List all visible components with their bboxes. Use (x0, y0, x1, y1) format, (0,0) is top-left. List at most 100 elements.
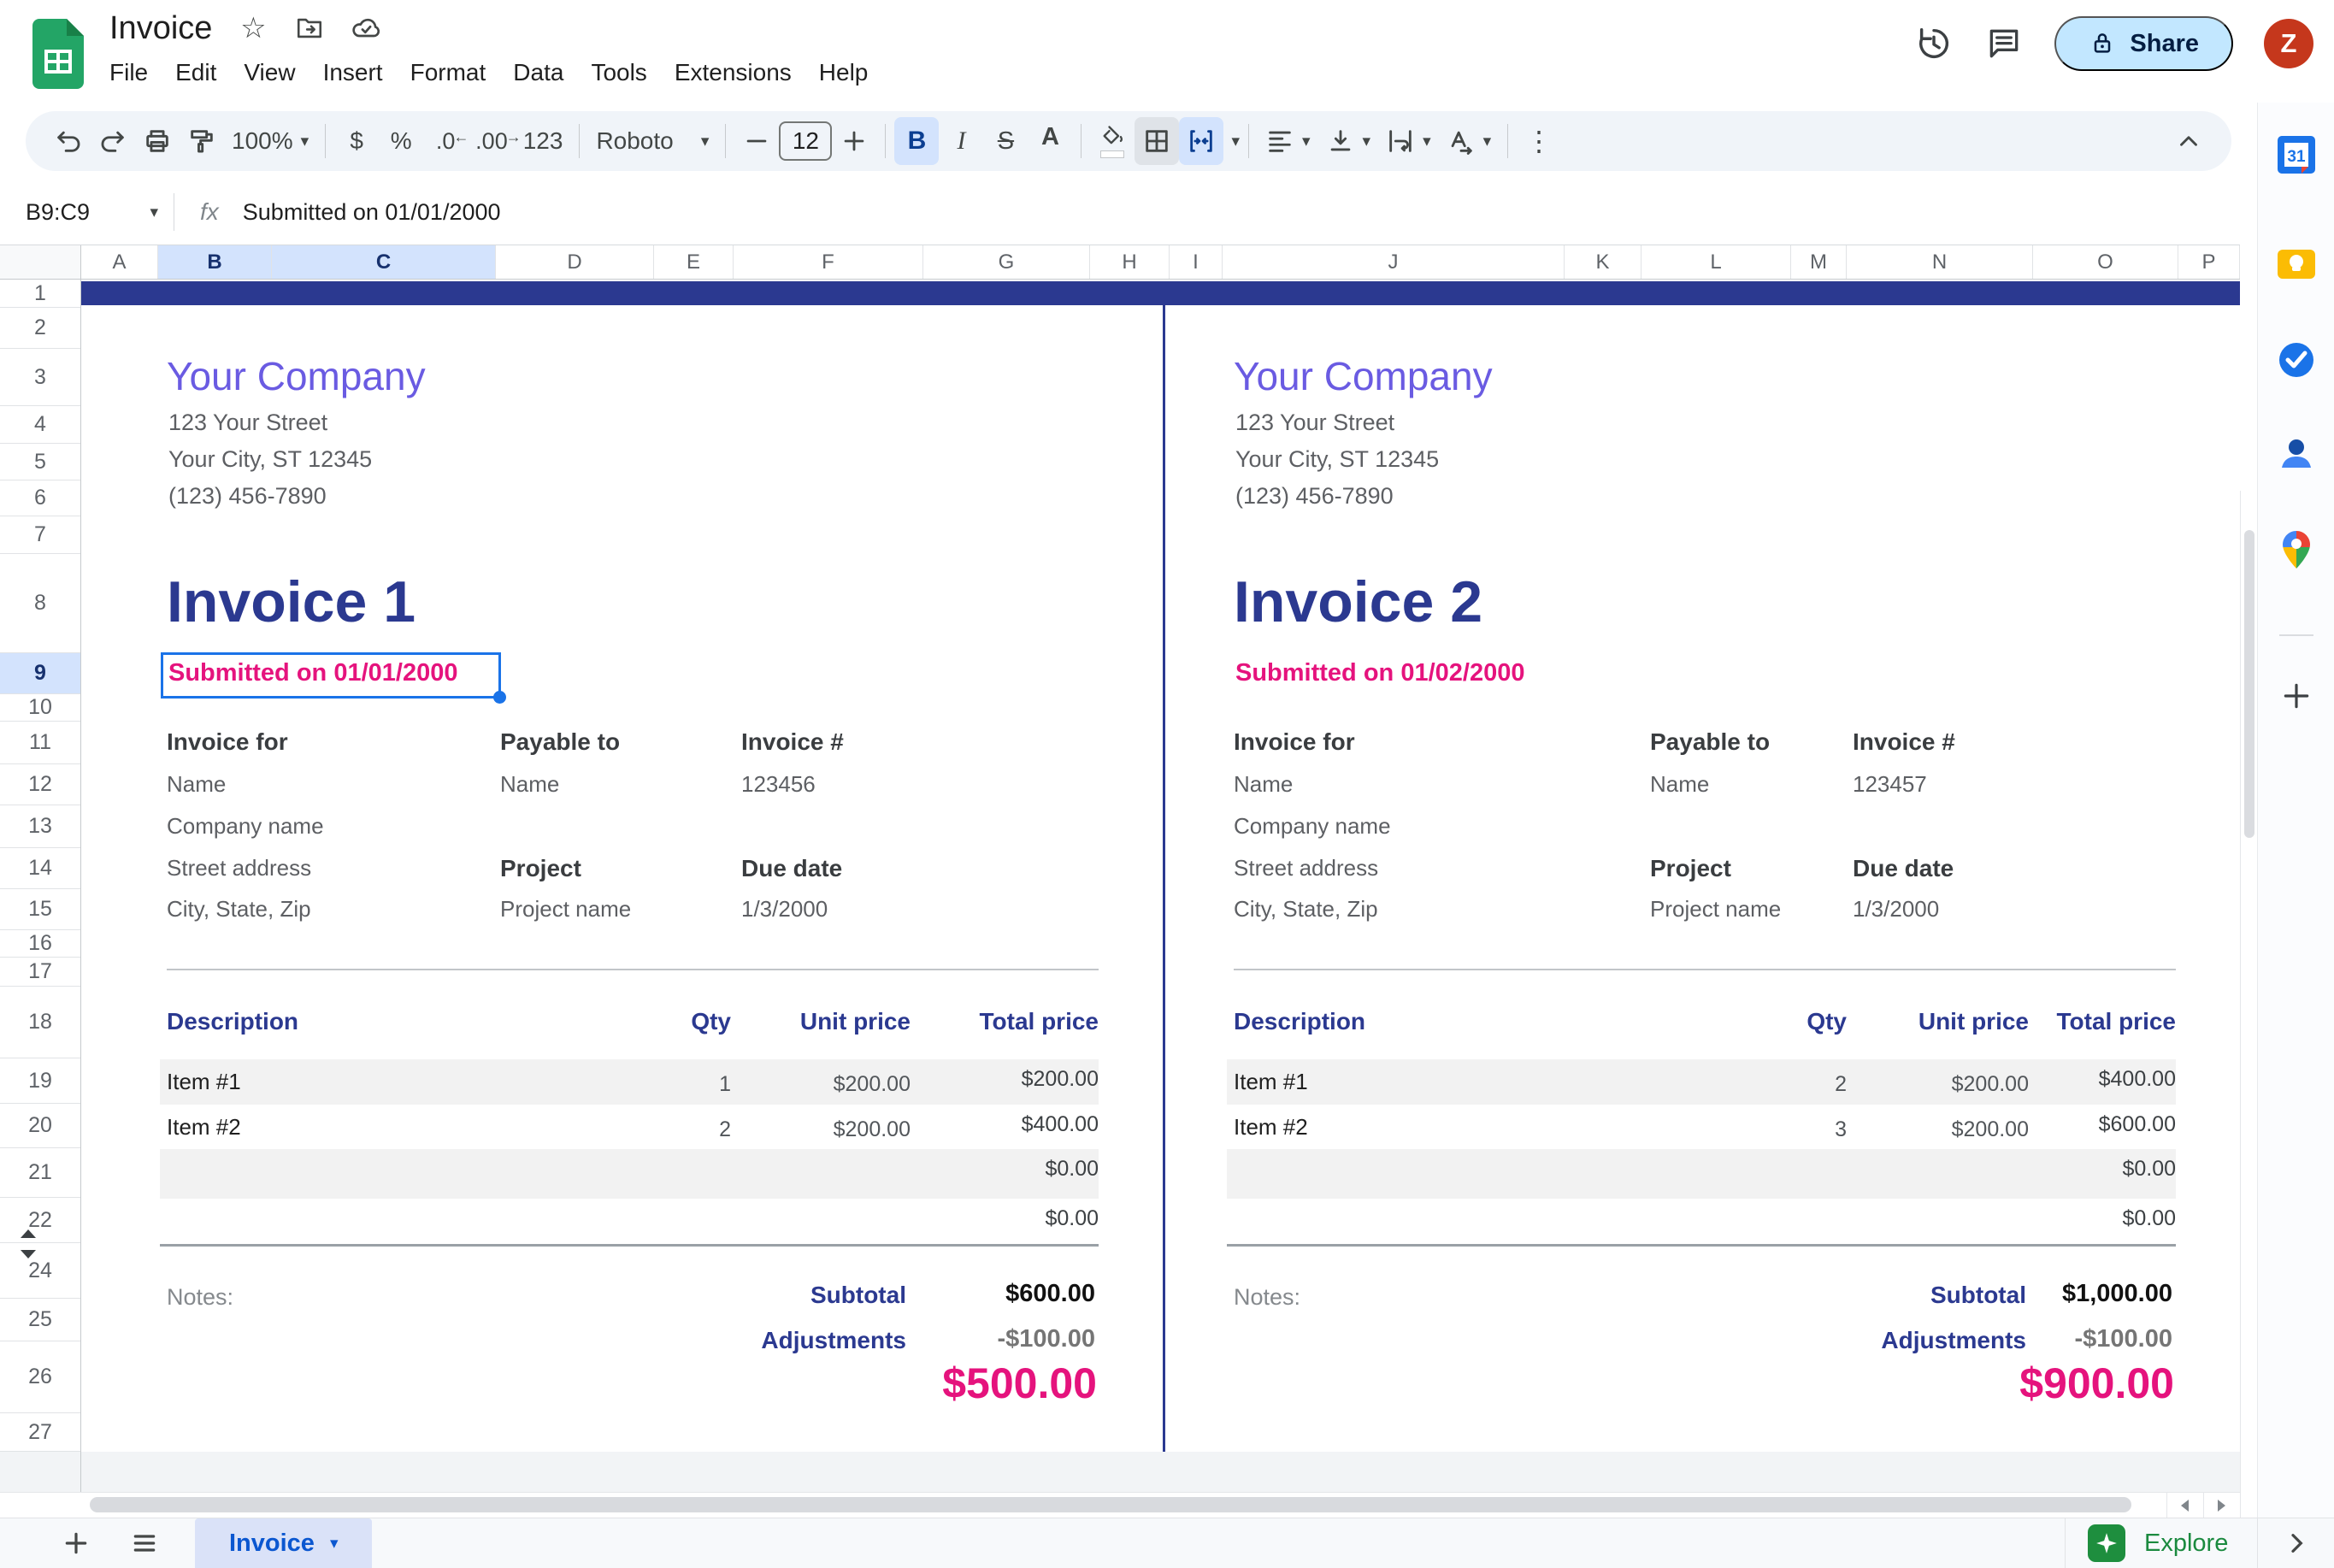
due-date[interactable]: 1/3/2000 (1853, 896, 1939, 923)
project-label[interactable]: Project (1650, 855, 1731, 882)
chevron-right-icon[interactable] (2275, 1522, 2318, 1565)
payable-to-label[interactable]: Payable to (1650, 728, 1770, 756)
avatar[interactable]: Z (2264, 19, 2313, 68)
row-header-26[interactable]: 26 (0, 1341, 80, 1413)
item-row[interactable]: $0.00 (160, 1149, 1099, 1199)
column-header-L[interactable]: L (1641, 245, 1791, 279)
undo-icon[interactable] (46, 117, 91, 165)
column-header-G[interactable]: G (923, 245, 1090, 279)
due-date-label[interactable]: Due date (1853, 855, 1954, 882)
sheet-tab-menu-caret[interactable]: ▾ (330, 1534, 339, 1553)
customer-city[interactable]: City, State, Zip (167, 896, 311, 923)
print-icon[interactable] (135, 117, 180, 165)
name-box-caret[interactable]: ▾ (150, 203, 158, 222)
more-toolbar-button[interactable]: ⋮ (1517, 117, 1561, 165)
column-header-D[interactable]: D (496, 245, 654, 279)
explore-button[interactable]: Explore (2065, 1518, 2257, 1568)
fill-handle[interactable] (493, 691, 506, 704)
horizontal-scrollbar[interactable] (0, 1492, 2240, 1518)
row-header-13[interactable]: 13 (0, 805, 80, 848)
due-date[interactable]: 1/3/2000 (741, 896, 828, 923)
subtotal-label[interactable]: Subtotal (810, 1282, 906, 1309)
vertical-align-button[interactable]: ▾ (1318, 117, 1379, 165)
menu-insert[interactable]: Insert (309, 54, 397, 91)
menu-help[interactable]: Help (805, 54, 882, 91)
row-header-5[interactable]: 5 (0, 444, 80, 480)
borders-button[interactable] (1135, 117, 1179, 165)
column-header-C[interactable]: C (272, 245, 496, 279)
invoice-title[interactable]: Invoice 1 (167, 569, 416, 635)
add-sheet-icon[interactable] (55, 1522, 97, 1565)
subtotal-value[interactable]: $1,000.00 (2062, 1280, 2172, 1308)
currency-format-button[interactable]: $ (334, 117, 379, 165)
calendar-icon[interactable]: 31 (2274, 133, 2319, 177)
invoice-number[interactable]: 123457 (1853, 771, 1927, 798)
adjustments-value[interactable]: -$100.00 (998, 1325, 1096, 1353)
row-header-21[interactable]: 21 (0, 1148, 80, 1198)
bold-button[interactable]: B (894, 117, 939, 165)
invoice-total[interactable]: $900.00 (2019, 1359, 2174, 1408)
customer-name[interactable]: Name (1234, 771, 1293, 798)
select-all-corner[interactable] (0, 245, 81, 280)
item-row[interactable]: Item #22$200.00$400.00 (160, 1105, 1099, 1149)
hide-menus-icon[interactable] (2166, 117, 2211, 165)
text-color-button[interactable]: A (1028, 117, 1072, 165)
invoice-title[interactable]: Invoice 2 (1234, 569, 1482, 635)
scroll-right-icon[interactable] (2203, 1493, 2239, 1518)
customer-street[interactable]: Street address (1234, 855, 1378, 881)
decrease-decimal-button[interactable]: .0← (423, 117, 468, 165)
menu-data[interactable]: Data (499, 54, 577, 91)
customer-name[interactable]: Name (167, 771, 226, 798)
column-header-J[interactable]: J (1223, 245, 1565, 279)
row-header-20[interactable]: 20 (0, 1104, 80, 1148)
items-table-header[interactable]: Description Qty Unit price Total price (1227, 1008, 2176, 1059)
row-header-12[interactable]: 12 (0, 764, 80, 805)
keep-icon[interactable] (2274, 242, 2319, 286)
column-header-E[interactable]: E (654, 245, 734, 279)
subtotal-label[interactable]: Subtotal (1930, 1282, 2026, 1309)
menu-edit[interactable]: Edit (162, 54, 230, 91)
scroll-left-icon[interactable] (2166, 1493, 2202, 1518)
zoom-select[interactable]: 100%▾ (224, 117, 316, 165)
menu-view[interactable]: View (230, 54, 309, 91)
column-header-B[interactable]: B (158, 245, 272, 279)
row-header-17[interactable]: 17 (0, 958, 80, 987)
adjustments-label[interactable]: Adjustments (761, 1327, 906, 1354)
notes-label[interactable]: Notes: (1234, 1284, 1300, 1311)
item-row[interactable]: Item #12$200.00$400.00 (1227, 1059, 2176, 1105)
customer-company[interactable]: Company name (167, 813, 324, 840)
invoice-number[interactable]: 123456 (741, 771, 816, 798)
name-box[interactable]: B9:C9▾ (0, 199, 158, 226)
row-header-8[interactable]: 8 (0, 554, 80, 653)
item-row[interactable]: $0.00 (160, 1199, 1099, 1244)
merge-cells-button[interactable] (1179, 117, 1223, 165)
column-header-M[interactable]: M (1791, 245, 1847, 279)
row-header-2[interactable]: 2 (0, 308, 80, 349)
row-header-6[interactable]: 6 (0, 480, 80, 516)
row-header-14[interactable]: 14 (0, 848, 80, 889)
tasks-icon[interactable] (2274, 338, 2319, 382)
column-header-N[interactable]: N (1847, 245, 2033, 279)
menu-tools[interactable]: Tools (577, 54, 660, 91)
items-table-header[interactable]: Description Qty Unit price Total price (160, 1008, 1099, 1059)
item-row[interactable]: $0.00 (1227, 1199, 2176, 1244)
text-wrap-button[interactable]: ▾ (1378, 117, 1439, 165)
invoice-number-label[interactable]: Invoice # (1853, 728, 1955, 756)
maps-icon[interactable] (2274, 528, 2319, 572)
row-header-11[interactable]: 11 (0, 722, 80, 764)
company-address[interactable]: 123 Your StreetYour City, ST 12345(123) … (1235, 404, 1439, 515)
strikethrough-button[interactable]: S (983, 117, 1028, 165)
project-name[interactable]: Project name (500, 896, 631, 923)
row-header-27[interactable]: 27 (0, 1413, 80, 1452)
row-header-19[interactable]: 19 (0, 1058, 80, 1104)
document-title[interactable]: Invoice (109, 10, 212, 47)
invoice-number-label[interactable]: Invoice # (741, 728, 844, 756)
decrease-font-size-button[interactable] (734, 117, 779, 165)
due-date-label[interactable]: Due date (741, 855, 842, 882)
formula-input[interactable]: Submitted on 01/01/2000 (243, 199, 501, 226)
redo-icon[interactable] (91, 117, 135, 165)
version-history-icon[interactable] (1914, 24, 1954, 63)
customer-company[interactable]: Company name (1234, 813, 1391, 840)
row-header-22[interactable]: 22 (0, 1198, 80, 1243)
row-header-25[interactable]: 25 (0, 1299, 80, 1341)
